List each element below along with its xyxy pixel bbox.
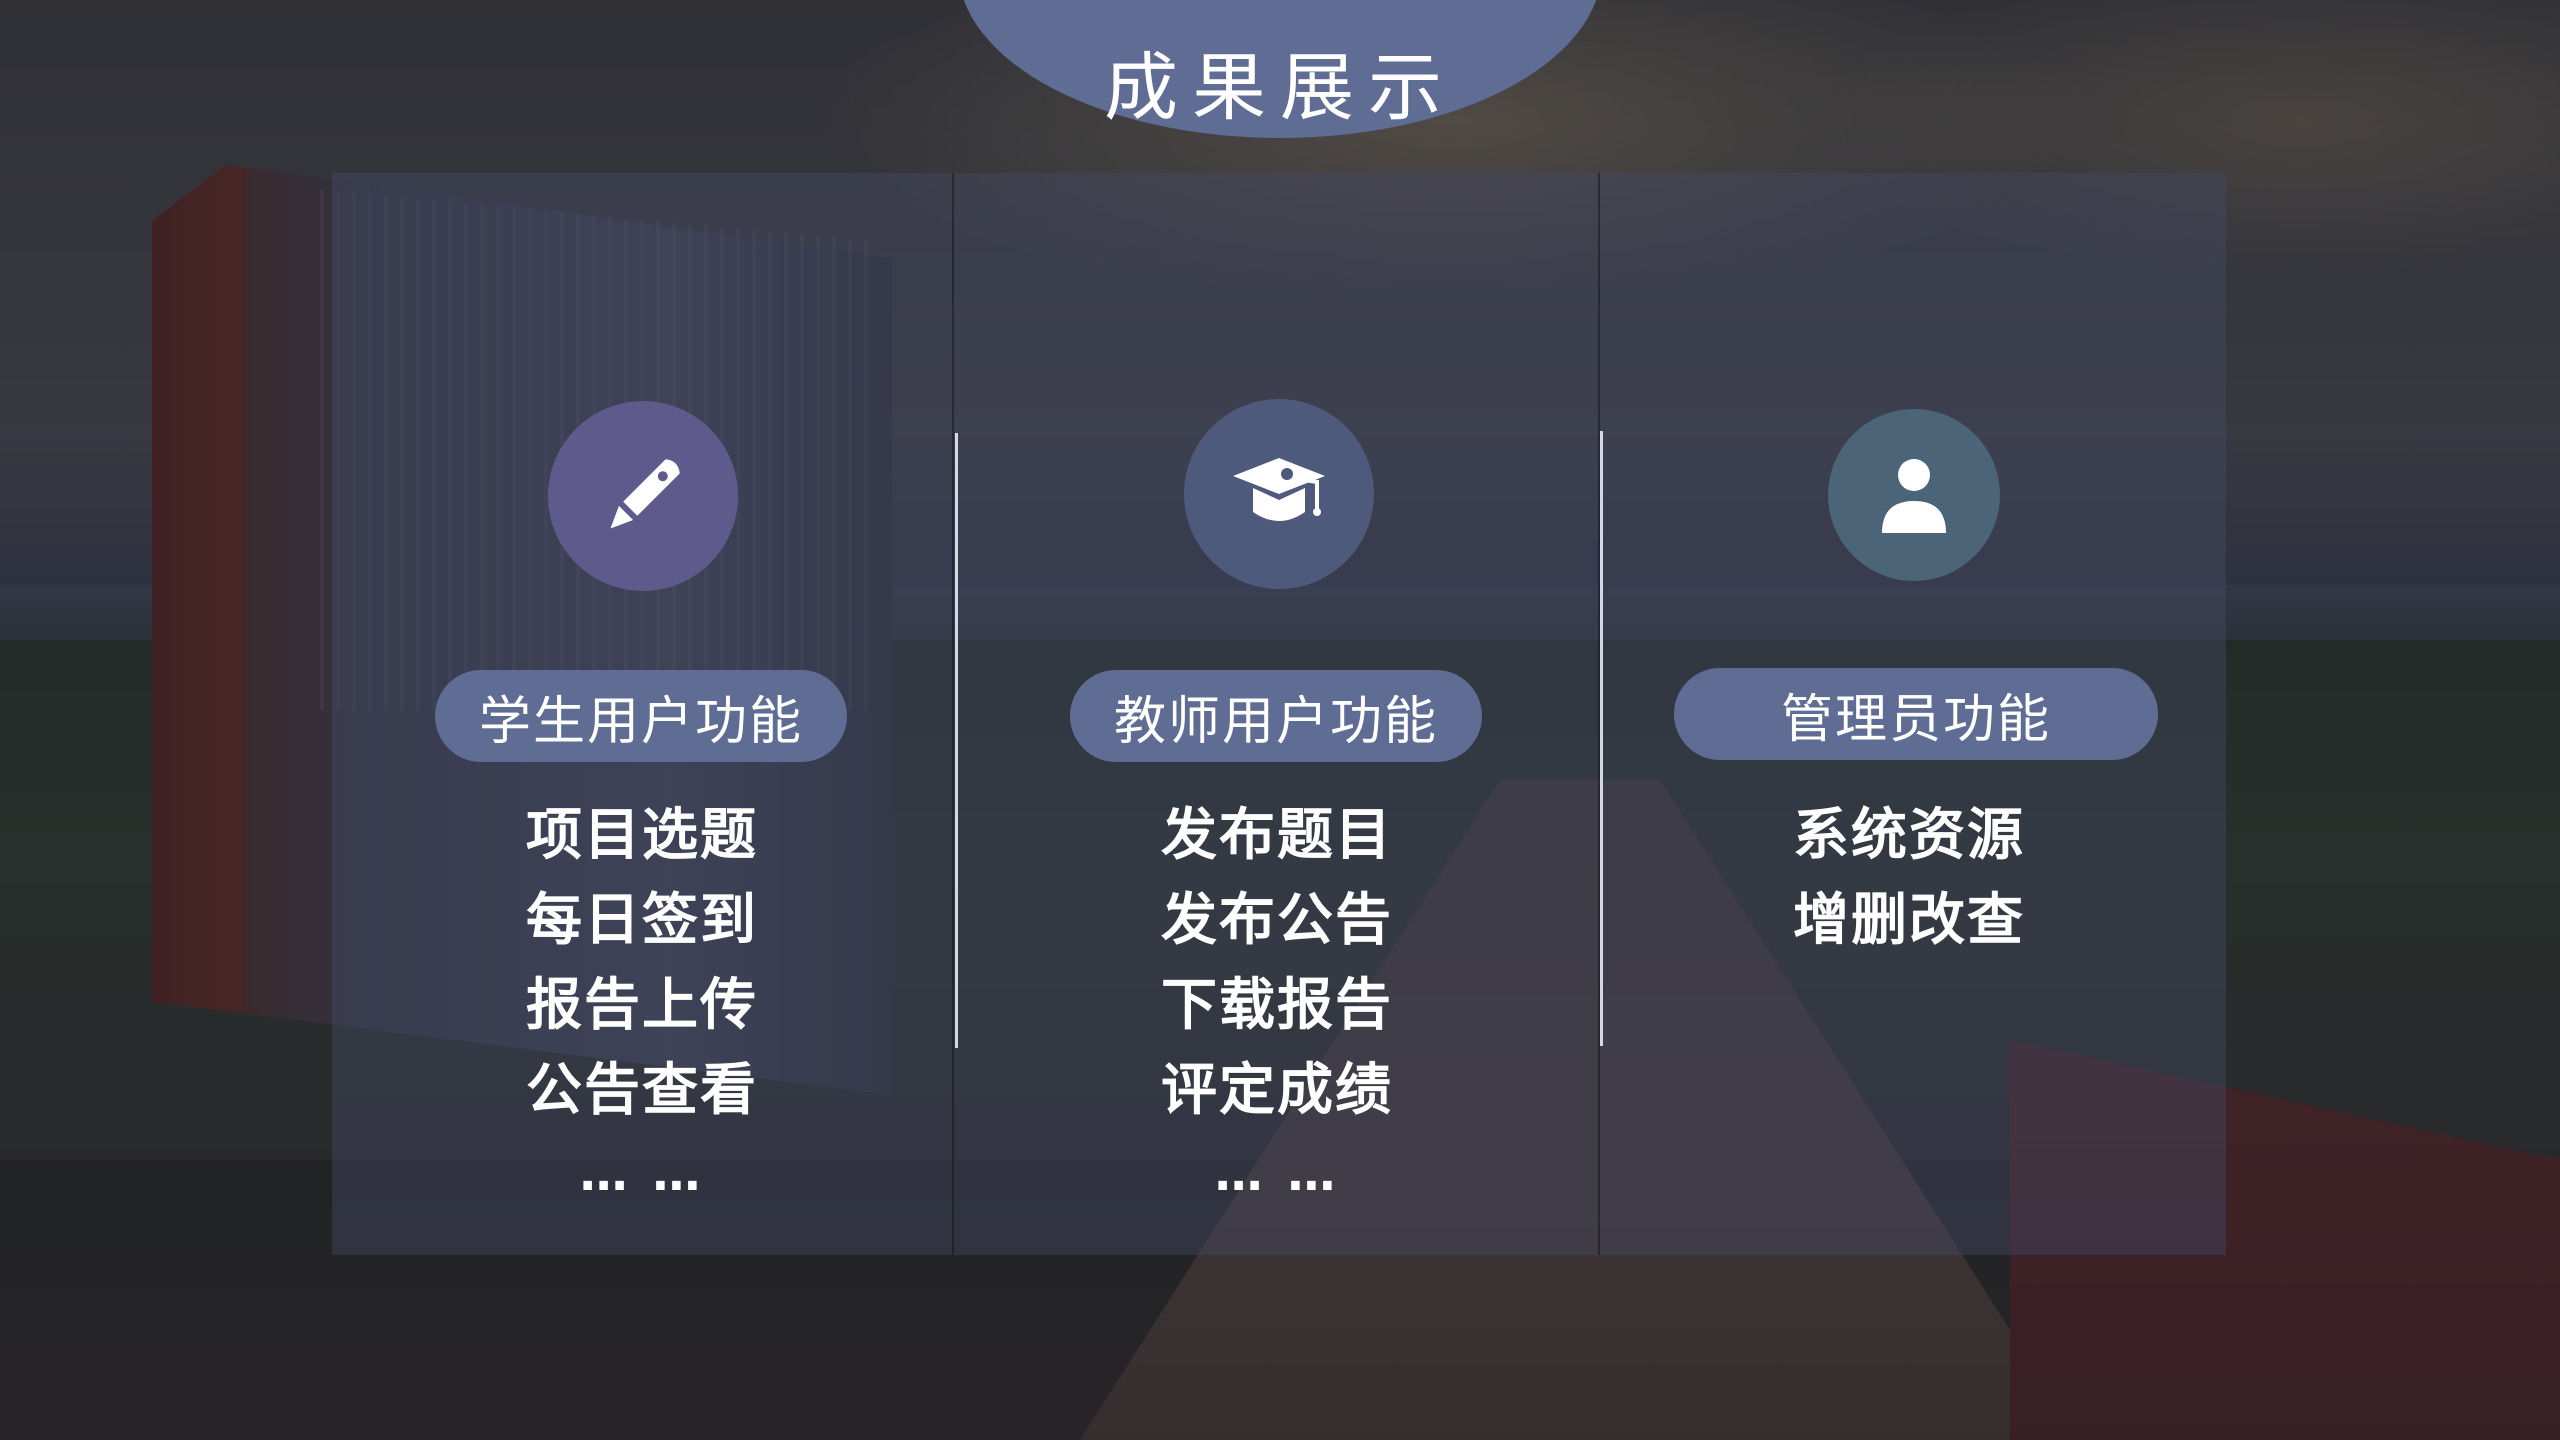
admin-features-column: 管理员功能 系统资源 增删改查: [1602, 173, 2222, 1255]
column-divider-highlight: [955, 433, 958, 1048]
teacher-features-column: 教师用户功能 发布题目 发布公告 下载报告 评定成绩 … …: [972, 173, 1592, 1255]
list-item: 项目选题: [526, 803, 758, 868]
list-item: 评定成绩: [1161, 1058, 1393, 1123]
list-item: 发布题目: [1161, 803, 1393, 868]
page-title: 成果展示: [1104, 45, 1456, 131]
admin-feature-list: 系统资源 增删改查: [1596, 793, 2222, 963]
student-feature-list: 项目选题 每日签到 报告上传 公告查看 … …: [332, 793, 952, 1209]
more-ellipsis: … …: [1214, 1146, 1340, 1202]
list-item: 下载报告: [1161, 973, 1393, 1038]
student-features-column: 学生用户功能 项目选题 每日签到 报告上传 公告查看 … …: [332, 173, 952, 1255]
column-divider: [952, 173, 954, 1255]
features-panel: 学生用户功能 项目选题 每日签到 报告上传 公告查看 … … 教师用户功能 发布…: [332, 173, 2226, 1255]
list-item: 每日签到: [526, 888, 758, 953]
list-item: 增删改查: [1793, 888, 2025, 953]
user-icon: [1828, 409, 2000, 581]
list-item: 公告查看: [526, 1058, 758, 1123]
list-item: 系统资源: [1793, 803, 2025, 868]
teacher-feature-list: 发布题目 发布公告 下载报告 评定成绩 … …: [962, 793, 1592, 1209]
list-item: 报告上传: [526, 973, 758, 1038]
more-ellipsis: … …: [579, 1146, 705, 1202]
teacher-features-title: 教师用户功能: [1070, 670, 1482, 762]
admin-features-title: 管理员功能: [1674, 668, 2158, 760]
list-item: 发布公告: [1161, 888, 1393, 953]
pencil-icon: [548, 401, 738, 591]
student-features-title: 学生用户功能: [435, 670, 847, 762]
graduation-cap-icon: [1184, 399, 1374, 589]
